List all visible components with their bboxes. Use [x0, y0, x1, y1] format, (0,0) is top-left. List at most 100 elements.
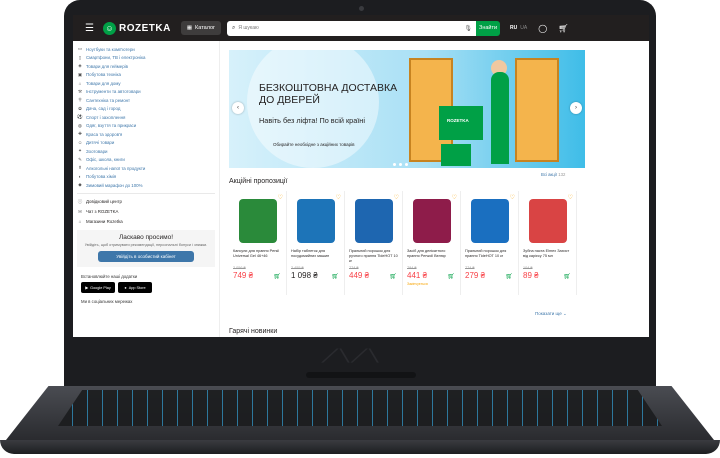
category-label: Дитячі товари — [86, 140, 115, 146]
sidebar-category-item[interactable]: ◐ Побутова хімія — [77, 173, 219, 182]
courier — [491, 72, 509, 164]
sidebar-category-item[interactable]: ⚲ Сантехніка та ремонт — [77, 96, 219, 105]
search-button[interactable]: Знайти — [476, 20, 501, 36]
product-price: 441 ₴ — [407, 271, 428, 280]
sidebar-extra-link[interactable]: ✉ Чат з ROZETKA — [77, 207, 219, 217]
product-image[interactable] — [413, 199, 451, 243]
heart-icon[interactable]: ♡ — [568, 194, 573, 201]
cart-icon[interactable]: 🛒︎ — [447, 273, 455, 280]
product-image[interactable] — [297, 199, 335, 243]
box-label: ROZETKA — [447, 118, 469, 123]
sidebar-extra-link[interactable]: ⌂ Магазини Rozetka — [77, 217, 219, 227]
language-switcher[interactable]: RU UA — [510, 25, 527, 31]
app-store-button[interactable]: ● App Store — [118, 282, 152, 294]
category-icon: ✿ — [78, 105, 82, 111]
link-label: Довідковий центр — [86, 199, 122, 204]
cart-icon[interactable]: 🛒︎ — [505, 273, 513, 280]
product-card[interactable]: ♡ Пральний порошок для ручного прання Tid… — [345, 191, 403, 295]
sidebar-category-item[interactable]: ✦ Зоотовари — [77, 147, 219, 156]
banner-dot[interactable] — [399, 163, 402, 166]
sidebar-category-item[interactable]: ▯ Смартфони, ТВ і електроніка — [77, 54, 219, 63]
catalog-button[interactable]: ▦ Каталог — [180, 21, 222, 35]
banner-next-button[interactable]: › — [570, 102, 582, 114]
cart-icon[interactable]: 🛒︎ — [273, 273, 281, 280]
sidebar-category-item[interactable]: ◈ Товари для геймерів — [77, 62, 219, 71]
rozetka-logo[interactable]: ☺ ROZETKA — [103, 21, 171, 35]
chevron-right-icon: › — [575, 105, 577, 111]
promo-banner[interactable]: БЕЗКОШТОВНА ДОСТАВКА ДО ДВЕРЕЙ Навіть бе… — [229, 50, 585, 168]
category-label: Побутова хімія — [86, 174, 117, 180]
sidebar-category-item[interactable]: ✚ Краса та здоров'я — [77, 130, 219, 139]
keyboard — [58, 390, 662, 426]
sidebar-category-item[interactable]: ◆ Зимовий марафон до 100% — [77, 181, 219, 190]
product-card[interactable]: ♡ Набір таблеток для посудомийних машин 2 … — [287, 191, 345, 295]
sidebar-category-item[interactable]: ⌂ Товари для дому — [77, 79, 219, 88]
product-card[interactable]: ♡ Капсули для прання Persil Universal Gel… — [229, 191, 287, 295]
welcome-block: Ласкаво просимо! Увійдіть, щоб отримуват… — [77, 229, 215, 268]
sidebar-category-item[interactable]: ☺ Дитячі товари — [77, 139, 219, 148]
menu-icon[interactable]: ☰ — [85, 23, 95, 34]
sidebar-category-item[interactable]: ⚱ Алкогольні напої та продукти — [77, 164, 219, 173]
all-ads-link[interactable]: Всі акції 132 — [541, 172, 565, 177]
category-icon: ☺ — [77, 140, 83, 146]
lang-ua[interactable]: UA — [520, 25, 527, 31]
play-icon: ▶ — [85, 286, 89, 291]
main-content: БЕЗКОШТОВНА ДОСТАВКА ДО ДВЕРЕЙ Навіть бе… — [225, 45, 647, 337]
category-icon: ✦ — [78, 148, 82, 154]
product-name[interactable]: Засіб для делікатного прання Perwoll Вел… — [407, 249, 457, 259]
banner-prev-button[interactable]: ‹ — [232, 102, 244, 114]
heart-icon[interactable]: ♡ — [510, 194, 515, 201]
social-title: Ми в соціальних мережах — [81, 299, 133, 305]
product-image[interactable] — [471, 199, 509, 243]
sidebar-category-item[interactable]: ◍ Одяг, взуття та прикраси — [77, 122, 219, 131]
lang-ru[interactable]: RU — [510, 25, 517, 31]
category-label: Сантехніка та ремонт — [86, 97, 131, 103]
banner-dot[interactable] — [405, 163, 408, 166]
product-image[interactable] — [529, 199, 567, 243]
product-card[interactable]: ♡ Засіб для делікатного прання Perwoll Ве… — [403, 191, 461, 295]
user-icon[interactable]: ◯ — [538, 24, 547, 33]
sidebar-category-item[interactable]: ✎ Офіс, школа, книги — [77, 156, 219, 165]
sidebar-category-item[interactable]: ✿ Дача, сад і город — [77, 105, 219, 114]
sidebar-extra-link[interactable]: ⓘ Довідковий центр — [77, 197, 219, 207]
sidebar-category-item[interactable]: ▣ Побутова техніка — [77, 71, 219, 80]
category-label: Зимовий марафон до 100% — [86, 182, 143, 188]
google-play-button[interactable]: ▶ Google Play — [81, 282, 115, 294]
product-image[interactable] — [355, 199, 393, 243]
category-icon: ▭ — [77, 46, 83, 52]
product-name[interactable]: Зубна паста Elmex Захист від карієсу 75 … — [523, 249, 573, 259]
site-header: ☰ ☺ ROZETKA ▦ Каталог ⌕ Я шукаю 🎙 Знайти… — [73, 15, 649, 41]
search-input[interactable]: ⌕ Я шукаю 🎙 — [227, 20, 477, 36]
category-label: Смартфони, ТВ і електроніка — [86, 55, 146, 61]
sidebar-category-item[interactable]: ▭ Ноутбуки та комп'ютери — [77, 45, 219, 54]
link-icon: ⓘ — [77, 198, 83, 204]
product-card[interactable]: ♡ Зубна паста Elmex Захист від карієсу 75… — [519, 191, 577, 295]
heart-icon[interactable]: ♡ — [394, 194, 399, 201]
app-store-label: App Store — [128, 285, 146, 290]
sidebar-category-item[interactable]: ⚽ Спорт і захоплення — [77, 113, 219, 122]
product-name[interactable]: Капсули для прання Persil Universal Gel … — [233, 249, 283, 259]
cart-icon[interactable]: 🛒︎ — [563, 273, 571, 280]
product-image[interactable] — [239, 199, 277, 243]
product-name[interactable]: Набір таблеток для посудомийних машин — [291, 249, 341, 259]
chevron-down-icon: ⌄ — [562, 311, 567, 316]
product-card[interactable]: ♡ Пральний порошок для прання TideHOT 10 … — [461, 191, 519, 295]
category-icon: ⚲ — [78, 97, 82, 103]
heart-icon[interactable]: ♡ — [452, 194, 457, 201]
sidebar-category-item[interactable]: ⚒ Інструменти та автотовари — [77, 88, 219, 97]
product-price: 1 098 ₴ — [291, 271, 318, 280]
asus-logo: ⟋⟍⟋⟍ — [322, 346, 381, 367]
heart-icon[interactable]: ♡ — [278, 194, 283, 201]
product-name[interactable]: Пральний порошок для ручного прання Tide… — [349, 249, 399, 264]
product-name[interactable]: Пральний порошок для прання TideHOT 10 к… — [465, 249, 515, 259]
microphone-icon[interactable]: 🎙 — [464, 25, 472, 32]
heart-icon[interactable]: ♡ — [336, 194, 341, 201]
cart-icon[interactable]: 🛒︎ — [558, 24, 568, 33]
banner-dot[interactable] — [393, 163, 396, 166]
show-more-link[interactable]: Показати ще ⌄ — [535, 311, 567, 317]
cart-icon[interactable]: 🛒︎ — [389, 273, 397, 280]
cart-icon[interactable]: 🛒︎ — [331, 273, 339, 280]
laptop-lid: ☰ ☺ ROZETKA ▦ Каталог ⌕ Я шукаю 🎙 Знайти… — [64, 0, 656, 386]
banner-note: Обирайте необхідне з акційних товарів — [273, 142, 355, 147]
login-button[interactable]: Увійдіть в особистий кабінет — [98, 251, 194, 263]
